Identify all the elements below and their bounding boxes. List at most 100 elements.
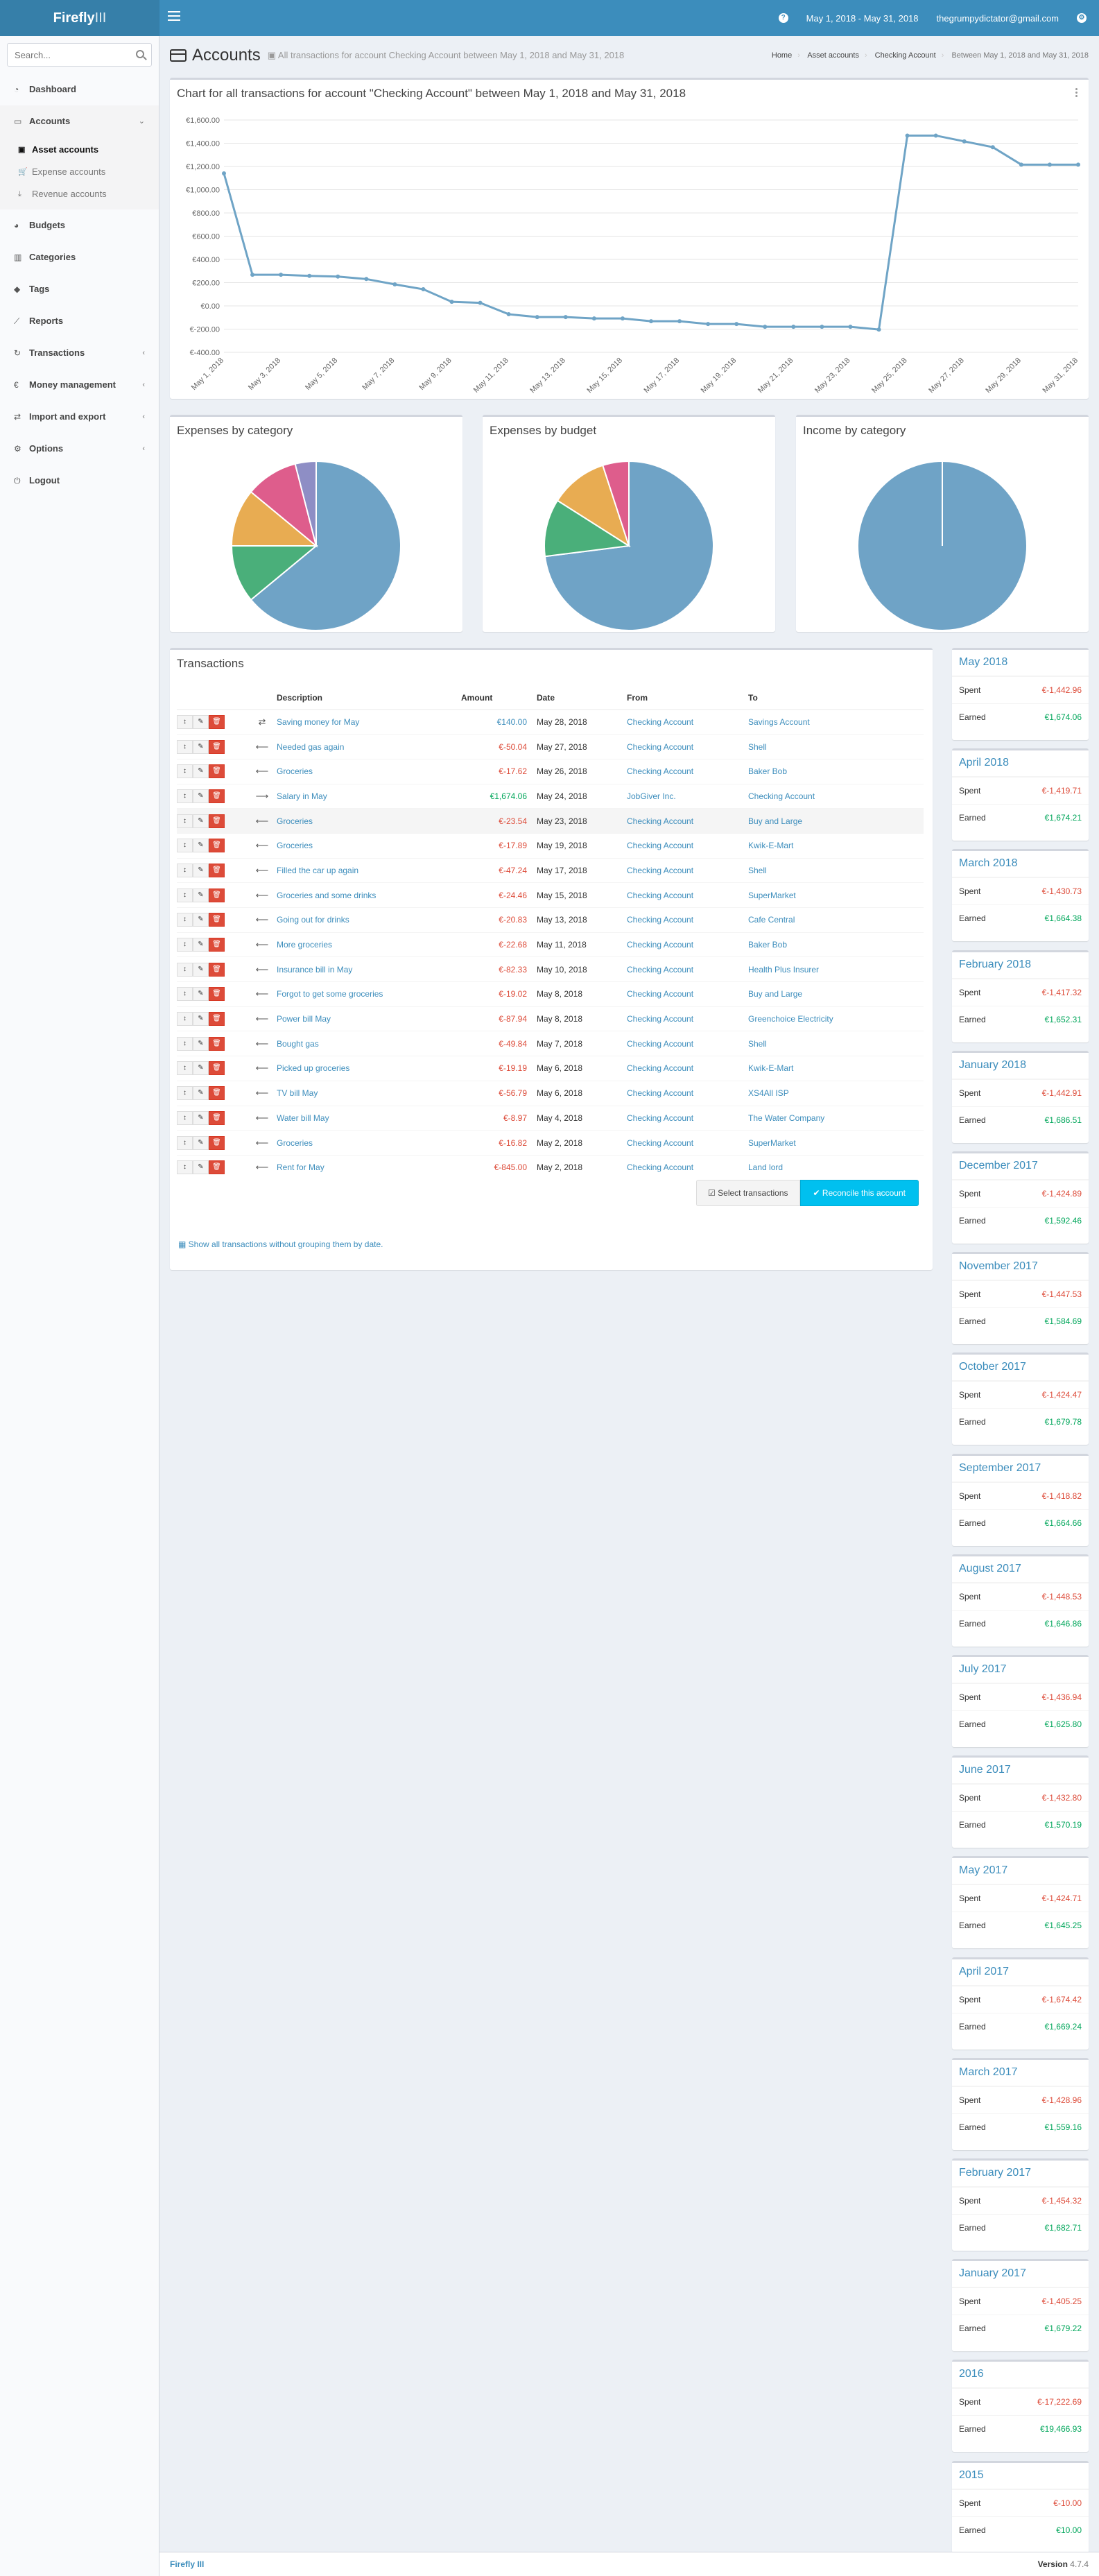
- data-point[interactable]: [336, 274, 340, 279]
- data-point[interactable]: [1076, 162, 1080, 167]
- transaction-description-link[interactable]: Groceries: [277, 1138, 313, 1148]
- column-header-description[interactable]: Description: [277, 686, 461, 710]
- data-point[interactable]: [876, 327, 881, 332]
- delete-icon[interactable]: 🗑: [209, 814, 225, 828]
- sidebar-item-tags[interactable]: ◆ Tags: [0, 273, 159, 305]
- data-point[interactable]: [706, 322, 711, 327]
- transaction-description-link[interactable]: Power bill May: [277, 1014, 331, 1024]
- data-point[interactable]: [820, 325, 824, 329]
- sidebar-subitem-asset-accounts[interactable]: ▣ Asset accounts: [0, 139, 159, 161]
- transaction-description-link[interactable]: Filled the car up again: [277, 866, 358, 875]
- destination-account-link[interactable]: SuperMarket: [748, 1138, 796, 1148]
- transaction-description-link[interactable]: Forgot to get some groceries: [277, 989, 383, 999]
- destination-account-link[interactable]: Health Plus Insurer: [748, 965, 819, 974]
- sidebar-item-accounts[interactable]: ▭ Accounts ⌄: [0, 105, 159, 137]
- sidebar-item-import-export[interactable]: ⇄ Import and export ‹: [0, 401, 159, 433]
- transaction-description-link[interactable]: Groceries: [277, 816, 313, 826]
- data-point[interactable]: [734, 322, 739, 327]
- question-circle-icon[interactable]: ?: [778, 13, 788, 23]
- source-account-link[interactable]: Checking Account: [627, 891, 693, 900]
- period-title-link[interactable]: March 2018: [952, 851, 1089, 878]
- sidebar-toggle-icon[interactable]: [168, 11, 180, 22]
- period-title-link[interactable]: November 2017: [952, 1254, 1089, 1281]
- delete-icon[interactable]: 🗑: [209, 1086, 225, 1101]
- data-point[interactable]: [848, 325, 853, 329]
- sidebar-item-logout[interactable]: ⏻ Logout: [0, 465, 159, 497]
- reorder-handle-icon[interactable]: ↕: [177, 1086, 193, 1101]
- delete-icon[interactable]: 🗑: [209, 1061, 225, 1076]
- reorder-handle-icon[interactable]: ↕: [177, 764, 193, 779]
- data-point[interactable]: [478, 300, 483, 305]
- sidebar-subitem-expense-accounts[interactable]: 🛒 Expense accounts: [0, 161, 159, 183]
- breadcrumb-home[interactable]: Home: [772, 51, 792, 60]
- reorder-handle-icon[interactable]: ↕: [177, 715, 193, 730]
- delete-icon[interactable]: 🗑: [209, 1160, 225, 1175]
- table-row[interactable]: ↕ ✎ 🗑 ⟵ Bought gas €-49.84 May 7, 2018 C…: [177, 1031, 924, 1056]
- data-point[interactable]: [364, 277, 369, 282]
- data-point[interactable]: [620, 316, 625, 321]
- destination-account-link[interactable]: Savings Account: [748, 717, 810, 727]
- data-point[interactable]: [1047, 162, 1052, 167]
- table-row[interactable]: ↕ ✎ 🗑 ⟵ Groceries €-23.54 May 23, 2018 C…: [177, 808, 924, 834]
- reconcile-button[interactable]: ✔ Reconcile this account: [799, 1180, 919, 1206]
- reorder-handle-icon[interactable]: ↕: [177, 839, 193, 853]
- reorder-handle-icon[interactable]: ↕: [177, 1135, 193, 1150]
- source-account-link[interactable]: Checking Account: [627, 915, 693, 925]
- delete-icon[interactable]: 🗑: [209, 1012, 225, 1027]
- edit-icon[interactable]: ✎: [193, 938, 209, 952]
- edit-icon[interactable]: ✎: [193, 888, 209, 902]
- sidebar-subitem-revenue-accounts[interactable]: ⤓ Revenue accounts: [0, 183, 159, 205]
- breadcrumb-asset-accounts[interactable]: Asset accounts: [807, 51, 859, 60]
- delete-icon[interactable]: 🗑: [209, 789, 225, 803]
- data-point[interactable]: [535, 315, 539, 320]
- table-row[interactable]: ↕ ✎ 🗑 ⟵ Groceries €-17.62 May 26, 2018 C…: [177, 758, 924, 784]
- period-title-link[interactable]: May 2018: [952, 650, 1089, 676]
- edit-icon[interactable]: ✎: [193, 1061, 209, 1076]
- data-point[interactable]: [677, 319, 682, 324]
- period-title-link[interactable]: February 2018: [952, 952, 1089, 979]
- period-title-link[interactable]: June 2017: [952, 1758, 1089, 1785]
- transaction-description-link[interactable]: TV bill May: [277, 1088, 318, 1098]
- table-row[interactable]: ↕ ✎ 🗑 ⟵ Water bill May €-8.97 May 4, 201…: [177, 1105, 924, 1131]
- transaction-description-link[interactable]: Bought gas: [277, 1039, 319, 1049]
- table-row[interactable]: ↕ ✎ 🗑 ⟵ Power bill May €-87.94 May 8, 20…: [177, 1006, 924, 1031]
- period-title-link[interactable]: February 2017: [952, 2161, 1089, 2187]
- edit-icon[interactable]: ✎: [193, 814, 209, 828]
- edit-icon[interactable]: ✎: [193, 962, 209, 977]
- edit-icon[interactable]: ✎: [193, 913, 209, 927]
- period-title-link[interactable]: April 2018: [952, 750, 1089, 778]
- transaction-description-link[interactable]: Picked up groceries: [277, 1063, 349, 1073]
- delete-icon[interactable]: 🗑: [209, 938, 225, 952]
- reorder-handle-icon[interactable]: ↕: [177, 863, 193, 877]
- data-point[interactable]: [449, 300, 454, 304]
- edit-icon[interactable]: ✎: [193, 789, 209, 803]
- reorder-handle-icon[interactable]: ↕: [177, 789, 193, 803]
- period-title-link[interactable]: October 2017: [952, 1355, 1089, 1382]
- show-all-transactions-link[interactable]: ▦ Show all transactions without grouping…: [178, 1239, 383, 1249]
- column-header-from[interactable]: From: [627, 686, 748, 710]
- reorder-handle-icon[interactable]: ↕: [177, 1160, 193, 1175]
- edit-icon[interactable]: ✎: [193, 1135, 209, 1150]
- source-account-link[interactable]: Checking Account: [627, 1014, 693, 1024]
- user-menu[interactable]: thegrumpydictator@gmail.com: [937, 13, 1059, 24]
- data-point[interactable]: [421, 287, 426, 292]
- transaction-description-link[interactable]: More groceries: [277, 940, 332, 950]
- edit-icon[interactable]: ✎: [193, 1110, 209, 1125]
- period-title-link[interactable]: December 2017: [952, 1153, 1089, 1180]
- table-row[interactable]: ↕ ✎ 🗑 ⟵ Rent for May €-845.00 May 2, 201…: [177, 1154, 924, 1180]
- search-input[interactable]: [8, 44, 126, 66]
- table-row[interactable]: ↕ ✎ 🗑 ⟵ Groceries €-16.82 May 2, 2018 Ch…: [177, 1130, 924, 1156]
- destination-account-link[interactable]: Buy and Large: [748, 816, 802, 826]
- sidebar-item-options[interactable]: ⚙ Options ‹: [0, 433, 159, 465]
- period-title-link[interactable]: March 2017: [952, 2060, 1089, 2086]
- data-point[interactable]: [392, 282, 397, 287]
- data-point[interactable]: [222, 171, 226, 176]
- reorder-handle-icon[interactable]: ↕: [177, 938, 193, 952]
- reorder-handle-icon[interactable]: ↕: [177, 1036, 193, 1051]
- cog-icon[interactable]: ⚙: [1077, 13, 1087, 23]
- destination-account-link[interactable]: Kwik-E-Mart: [748, 1063, 793, 1073]
- sidebar-item-budgets[interactable]: ◕ Budgets: [0, 209, 159, 241]
- data-point[interactable]: [506, 312, 511, 317]
- data-point[interactable]: [933, 133, 938, 138]
- data-point[interactable]: [791, 325, 796, 329]
